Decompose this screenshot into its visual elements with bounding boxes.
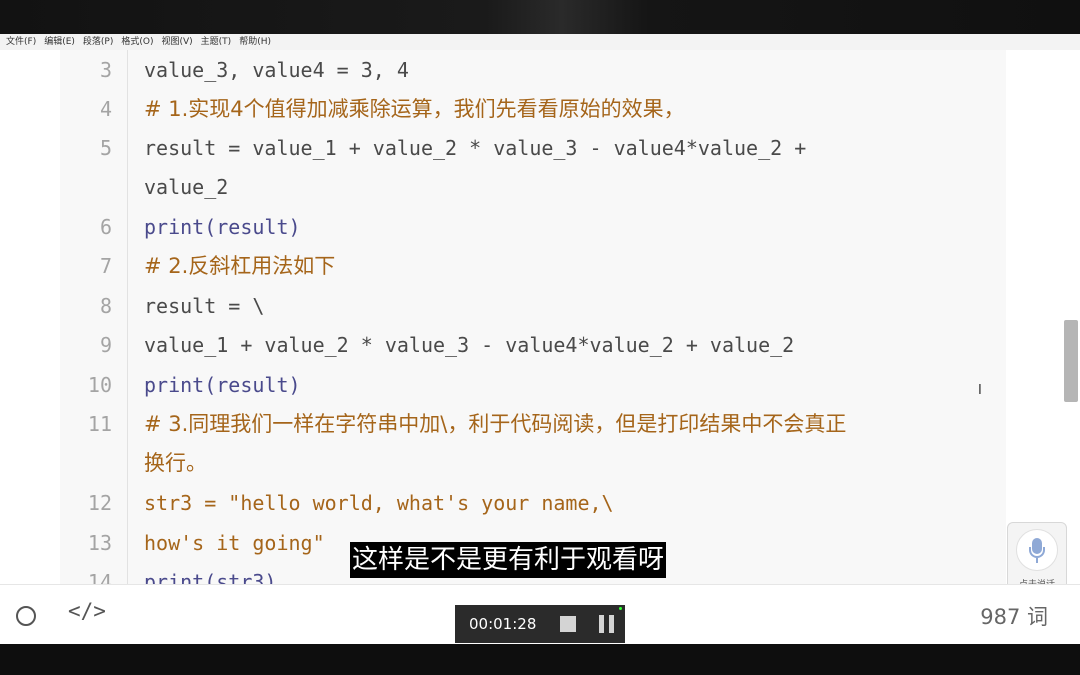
code-comment[interactable]: 换行。 bbox=[144, 443, 207, 483]
line-number: 6 bbox=[99, 215, 112, 239]
recording-indicator bbox=[619, 607, 622, 610]
code-text[interactable]: print(str3) bbox=[144, 562, 276, 584]
text-cursor-icon: I bbox=[978, 383, 982, 398]
code-text[interactable]: result = \ bbox=[144, 286, 264, 326]
scrollbar-thumb[interactable] bbox=[1064, 320, 1078, 402]
circle-icon[interactable] bbox=[16, 606, 36, 626]
code-text[interactable]: value_1 + value_2 * value_3 - value4*val… bbox=[144, 325, 794, 365]
menu-edit[interactable]: 编辑(E) bbox=[44, 34, 75, 50]
menu-view[interactable]: 视图(V) bbox=[161, 34, 192, 50]
code-text[interactable]: value_3, value4 = 3, 4 bbox=[144, 50, 409, 90]
line-number: 7 bbox=[99, 254, 112, 278]
code-string[interactable]: str3 = "hello world, what's your name,\ bbox=[144, 483, 614, 523]
line-number: 5 bbox=[99, 136, 112, 160]
code-string[interactable]: how's it going" bbox=[144, 523, 325, 563]
pause-icon[interactable] bbox=[599, 615, 615, 633]
line-number: 10 bbox=[87, 373, 112, 397]
menu-theme[interactable]: 主题(T) bbox=[201, 34, 232, 50]
recording-time: 00:01:28 bbox=[469, 615, 537, 633]
menu-format[interactable]: 格式(O) bbox=[121, 34, 153, 50]
code-text[interactable]: value_2 bbox=[144, 167, 228, 207]
menu-paragraph[interactable]: 段落(P) bbox=[83, 34, 113, 50]
code-text[interactable]: result = value_1 + value_2 * value_3 - v… bbox=[144, 128, 806, 168]
line-number: 11 bbox=[87, 412, 112, 436]
mic-icon bbox=[1016, 529, 1058, 571]
video-top-area bbox=[0, 0, 1080, 34]
editor-area: 3 value_3, value4 = 3, 4 4 # 1.实现4个值得加减乘… bbox=[0, 50, 1080, 584]
code-comment[interactable]: # 2.反斜杠用法如下 bbox=[144, 246, 335, 286]
gutter-divider bbox=[127, 50, 128, 584]
line-number: 12 bbox=[87, 491, 112, 515]
menu-bar: 文件(F) 编辑(E) 段落(P) 格式(O) 视图(V) 主题(T) 帮助(H… bbox=[0, 34, 1080, 50]
video-subtitle: 这样是不是更有利于观看呀 bbox=[350, 542, 667, 578]
code-comment[interactable]: # 1.实现4个值得加减乘除运算，我们先看看原始的效果， bbox=[144, 89, 685, 129]
video-bottom-area bbox=[0, 644, 1080, 675]
recording-toolbar: 00:01:28 bbox=[455, 605, 625, 643]
menu-help[interactable]: 帮助(H) bbox=[239, 34, 271, 50]
line-number: 9 bbox=[99, 333, 112, 357]
line-number: 13 bbox=[87, 531, 112, 555]
code-icon[interactable]: </> bbox=[68, 599, 106, 623]
code-text[interactable]: print(result) bbox=[144, 207, 301, 247]
word-count: 987 词 bbox=[980, 605, 1048, 629]
line-number: 3 bbox=[99, 58, 112, 82]
line-number: 4 bbox=[99, 97, 112, 121]
code-text[interactable]: print(result) bbox=[144, 365, 301, 405]
stop-icon[interactable] bbox=[560, 616, 576, 632]
line-number: 8 bbox=[99, 294, 112, 318]
code-block[interactable]: 3 value_3, value4 = 3, 4 4 # 1.实现4个值得加减乘… bbox=[60, 50, 1006, 584]
line-number: 14 bbox=[87, 570, 112, 584]
menu-file[interactable]: 文件(F) bbox=[6, 34, 36, 50]
code-comment[interactable]: # 3.同理我们一样在字符串中加\，利于代码阅读，但是打印结果中不会真正 bbox=[144, 404, 846, 444]
